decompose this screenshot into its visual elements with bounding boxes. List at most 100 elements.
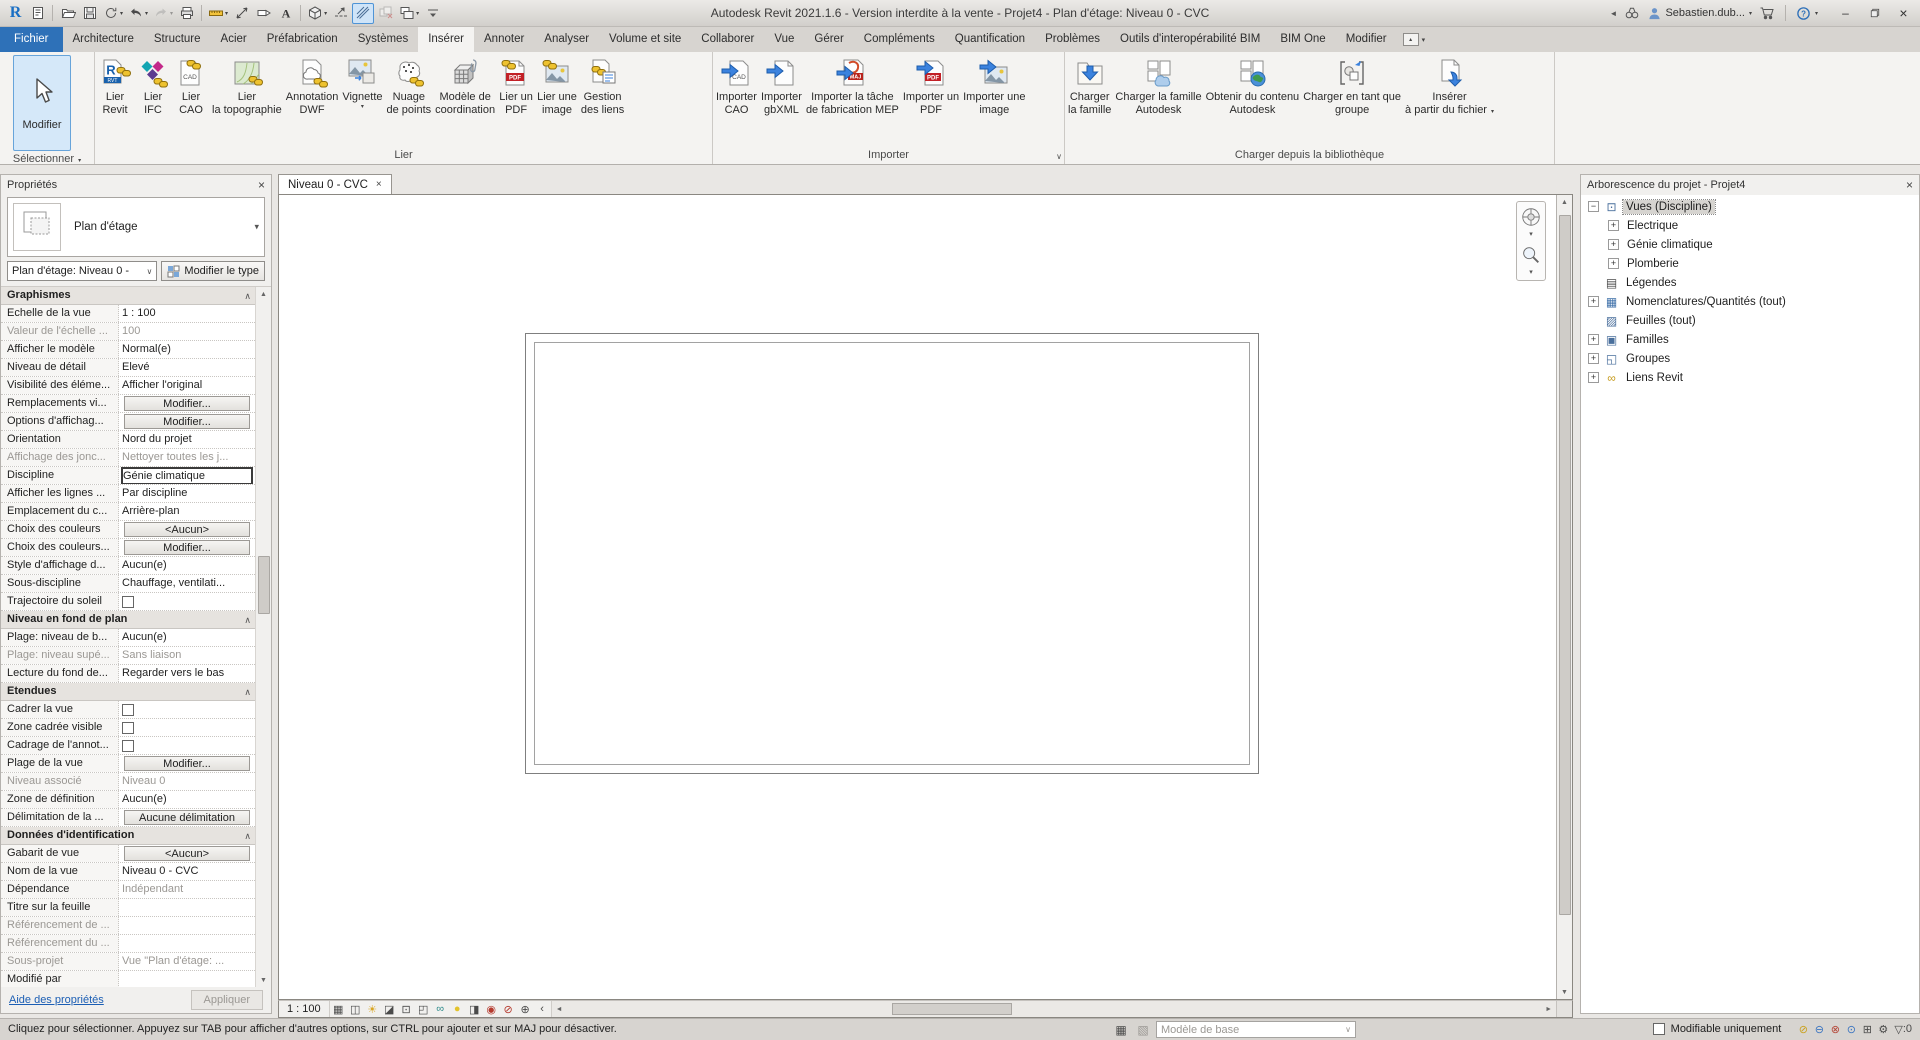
tree-item-feuilles[interactable]: ▨ Feuilles (tout) xyxy=(1581,311,1919,330)
vignette-button[interactable]: Vignette▾ xyxy=(340,53,384,147)
charger-groupe-button[interactable]: Charger en tant quegroupe xyxy=(1301,53,1403,147)
property-value[interactable]: Modifier... xyxy=(119,413,255,430)
scrollbar-thumb[interactable] xyxy=(892,1003,1012,1015)
property-value[interactable]: Elevé xyxy=(119,359,255,376)
property-value[interactable] xyxy=(119,701,255,718)
obtenir-contenu-autodesk-button[interactable]: Obtenir du contenuAutodesk xyxy=(1204,53,1302,147)
property-value[interactable]: Afficher l'original xyxy=(119,377,255,394)
tree-item-label[interactable]: Vues (Discipline) xyxy=(1623,200,1715,214)
settings-icon[interactable]: ⚙ xyxy=(1875,1021,1891,1037)
reveal-hidden-icon[interactable]: ● xyxy=(449,1001,466,1017)
tab-gerer[interactable]: Gérer xyxy=(804,27,853,52)
property-row[interactable]: Choix des couleurs <Aucun> xyxy=(1,521,255,539)
lier-revit-button[interactable]: RVTRLierRevit xyxy=(96,53,134,147)
importer-image-button[interactable]: Importer uneimage xyxy=(961,53,1027,147)
property-value[interactable] xyxy=(119,593,255,610)
scrollbar-thumb[interactable] xyxy=(258,556,270,614)
tab-architecture[interactable]: Architecture xyxy=(63,27,144,52)
property-value[interactable]: Niveau 0 xyxy=(119,773,255,790)
editable-only-checkbox[interactable] xyxy=(1653,1023,1665,1035)
tree-item-label[interactable]: Plomberie xyxy=(1624,257,1682,271)
tree-item-label[interactable]: Génie climatique xyxy=(1624,238,1716,252)
property-value[interactable]: Vue "Plan d'étage: ... xyxy=(119,953,255,970)
tab-problemes[interactable]: Problèmes xyxy=(1035,27,1110,52)
restore-button[interactable] xyxy=(1860,3,1889,24)
temporary-view-properties-icon[interactable]: ◨ xyxy=(466,1001,483,1017)
panel-label-importer[interactable]: Importer∨ xyxy=(713,147,1064,164)
account-menu[interactable]: Sebastien.dub... ▾ xyxy=(1647,6,1752,21)
importer-panel-launcher-icon[interactable]: ∨ xyxy=(1056,149,1062,165)
crop-view-icon[interactable]: ⊡ xyxy=(398,1001,415,1017)
tab-modifier[interactable]: Modifier xyxy=(1336,27,1397,52)
show-crop-icon[interactable]: ◰ xyxy=(415,1001,432,1017)
property-row[interactable]: Valeur de l'échelle ... 100 xyxy=(1,323,255,341)
property-row[interactable]: Plage: niveau supé... Sans liaison xyxy=(1,647,255,665)
tree-item-label[interactable]: Légendes xyxy=(1623,276,1680,290)
tree-item-label[interactable]: Electrique xyxy=(1624,219,1681,233)
property-value[interactable]: Nettoyer toutes les j... xyxy=(119,449,255,466)
tree-item-vues-discipline[interactable]: − ⊡ Vues (Discipline) xyxy=(1581,197,1919,216)
crop-region[interactable] xyxy=(525,333,1259,774)
property-row[interactable]: Etendues xyxy=(1,683,255,701)
property-row[interactable]: Dépendance Indépendant xyxy=(1,881,255,899)
panel-label-charger[interactable]: Charger depuis la bibliothèque xyxy=(1065,147,1554,164)
lier-topographie-button[interactable]: Lierla topographie xyxy=(210,53,284,147)
sun-path-icon[interactable]: ☀ xyxy=(364,1001,381,1017)
tree-item-liens-revit[interactable]: + ∞ Liens Revit xyxy=(1581,368,1919,387)
drawing-canvas[interactable]: ▾ ▾ xyxy=(279,195,1556,999)
property-row[interactable]: Niveau en fond de plan xyxy=(1,611,255,629)
properties-help-link[interactable]: Aide des propriétés xyxy=(9,994,104,1006)
property-value[interactable]: Aucune délimitation xyxy=(119,809,255,826)
active-workset-select[interactable]: Modèle de base ∨ xyxy=(1156,1021,1356,1038)
nuage-de-points-button[interactable]: Nuagede points xyxy=(385,53,434,147)
tab-quantification[interactable]: Quantification xyxy=(945,27,1035,52)
property-row[interactable]: Niveau associé Niveau 0 xyxy=(1,773,255,791)
property-value[interactable]: Sans liaison xyxy=(119,647,255,664)
view-scale-button[interactable]: 1 : 100 xyxy=(279,1001,330,1017)
drag-elements-icon[interactable]: ⊞ xyxy=(1859,1021,1875,1037)
property-value[interactable]: Nord du projet xyxy=(119,431,255,448)
type-selector[interactable]: Plan d'étage ▾ xyxy=(7,197,265,257)
app-store-cart-icon[interactable] xyxy=(1759,5,1775,21)
close-button[interactable]: × xyxy=(1889,3,1918,24)
tree-item-label[interactable]: Nomenclatures/Quantités (tout) xyxy=(1623,295,1789,309)
property-row[interactable]: Niveau de détail Elevé xyxy=(1,359,255,377)
tree-expander[interactable]: + xyxy=(1588,353,1599,364)
zoom-icon[interactable] xyxy=(1520,244,1542,266)
property-row[interactable]: Titre sur la feuille xyxy=(1,899,255,917)
tree-item-familles[interactable]: + ▣ Familles xyxy=(1581,330,1919,349)
vignette-dropdown-icon[interactable]: ▾ xyxy=(361,104,364,111)
edit-type-button[interactable]: Modifier le type xyxy=(161,261,265,281)
customize-qat-icon[interactable] xyxy=(422,3,443,24)
property-row[interactable]: Visibilité des éléme... Afficher l'origi… xyxy=(1,377,255,395)
undo-icon[interactable]: ▾ xyxy=(126,3,150,24)
sync-icon[interactable]: ▾ xyxy=(101,3,125,24)
horizontal-scrollbar[interactable]: ◄ ► xyxy=(551,1001,1556,1017)
property-row[interactable]: Sous-projet Vue "Plan d'étage: ... xyxy=(1,953,255,971)
redo-icon[interactable]: ▾ xyxy=(151,3,175,24)
tree-item-label[interactable]: Groupes xyxy=(1623,352,1673,366)
property-row[interactable]: Zone de définition Aucun(e) xyxy=(1,791,255,809)
property-value[interactable]: <Aucun> xyxy=(119,845,255,862)
property-row[interactable]: Plage: niveau de b... Aucun(e) xyxy=(1,629,255,647)
inserer-depuis-fichier-button[interactable]: Insérerà partir du fichier ▾ xyxy=(1403,53,1496,147)
select-underlay-elements-icon[interactable]: ⊖ xyxy=(1811,1021,1827,1037)
property-row[interactable]: Cadrage de l'annot... xyxy=(1,737,255,755)
tab-collaborer[interactable]: Collaborer xyxy=(691,27,764,52)
revit-logo[interactable]: R xyxy=(5,3,26,24)
section-icon[interactable] xyxy=(330,3,351,24)
steering-wheel-icon[interactable] xyxy=(1520,206,1542,228)
tab-outils-interop-bim[interactable]: Outils d'interopérabilité BIM xyxy=(1110,27,1270,52)
property-value[interactable] xyxy=(119,737,255,754)
property-value[interactable]: Modifier... xyxy=(119,755,255,772)
tree-item-electrique[interactable]: + Electrique xyxy=(1581,216,1919,235)
print-icon[interactable] xyxy=(176,3,197,24)
lier-pdf-button[interactable]: PDFLier unPDF xyxy=(497,53,535,147)
zoom-dropdown-icon[interactable]: ▾ xyxy=(1529,268,1533,276)
open-icon[interactable] xyxy=(57,3,78,24)
property-row[interactable]: Référencement de ... xyxy=(1,917,255,935)
property-row[interactable]: Discipline Génie climatique xyxy=(1,467,255,485)
properties-scrollbar[interactable]: ▲ ▼ xyxy=(255,287,271,987)
save-icon[interactable] xyxy=(79,3,100,24)
select-pinned-elements-icon[interactable]: ⊗ xyxy=(1827,1021,1843,1037)
